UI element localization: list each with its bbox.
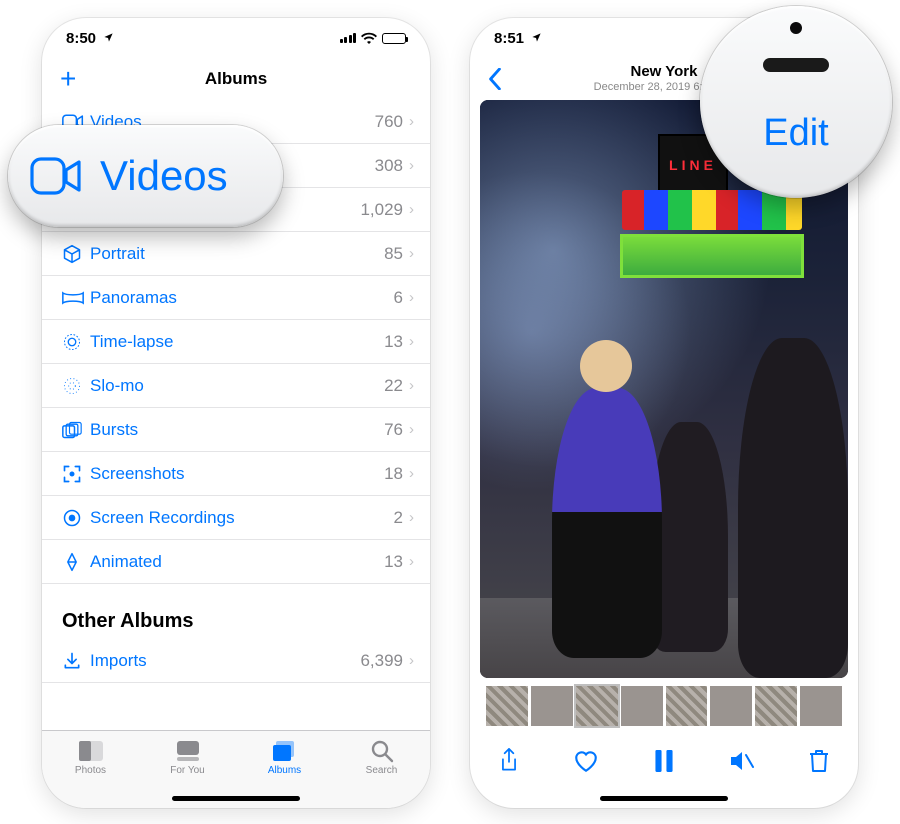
video-icon (30, 157, 82, 195)
row-label: Imports (90, 651, 360, 671)
album-row-animated[interactable]: Animated 13 › (42, 540, 430, 584)
timelapse-icon (62, 332, 90, 352)
chevron-right-icon: › (409, 333, 414, 350)
search-icon (370, 739, 394, 763)
chevron-right-icon: › (409, 465, 414, 482)
row-label: Screenshots (90, 464, 384, 484)
other-albums-list: Imports 6,399 › (42, 639, 430, 683)
album-row-panoramas[interactable]: Panoramas 6 › (42, 276, 430, 320)
chevron-right-icon: › (409, 113, 414, 130)
delete-button[interactable] (797, 739, 841, 783)
album-row-time-lapse[interactable]: Time-lapse 13 › (42, 320, 430, 364)
row-count: 760 (375, 112, 403, 132)
album-row-screen recordings[interactable]: Screen Recordings 2 › (42, 496, 430, 540)
row-label: Bursts (90, 420, 384, 440)
callout-videos: Videos (8, 125, 283, 227)
row-count: 13 (384, 552, 403, 572)
back-button[interactable] (470, 58, 520, 99)
tab-label: Search (366, 765, 398, 776)
wifi-icon (361, 32, 377, 44)
chevron-right-icon: › (409, 157, 414, 174)
cube-icon (62, 244, 90, 264)
chevron-right-icon: › (409, 553, 414, 570)
chevron-right-icon: › (409, 377, 414, 394)
viewer-toolbar (470, 736, 858, 786)
row-count: 1,029 (360, 200, 403, 220)
record-icon (62, 508, 90, 528)
battery-icon (382, 33, 406, 44)
section-header-other: Other Albums (42, 584, 430, 639)
nav-bar: + Albums (42, 58, 430, 100)
add-button[interactable]: + (42, 58, 94, 99)
share-button[interactable] (487, 739, 531, 783)
row-count: 18 (384, 464, 403, 484)
status-bar: 8:50 (42, 18, 430, 58)
home-indicator (600, 796, 728, 801)
row-label: Time-lapse (90, 332, 384, 352)
callout-videos-label: Videos (100, 152, 228, 200)
row-count: 6,399 (360, 651, 403, 671)
row-label: Screen Recordings (90, 508, 394, 528)
burst-icon (62, 421, 90, 439)
tab-search[interactable]: Search (333, 731, 430, 808)
callout-edit-label: Edit (763, 112, 828, 155)
pause-button[interactable] (642, 739, 686, 783)
album-row-imports[interactable]: Imports 6,399 › (42, 639, 430, 683)
row-count: 22 (384, 376, 403, 396)
row-label: Portrait (90, 244, 384, 264)
row-label: Slo-mo (90, 376, 384, 396)
photos-icon (78, 739, 104, 763)
callout-edit: Edit (700, 6, 892, 198)
album-row-screenshots[interactable]: Screenshots 18 › (42, 452, 430, 496)
album-row-slo-mo[interactable]: Slo-mo 22 › (42, 364, 430, 408)
location-icon (103, 32, 114, 43)
row-label: Animated (90, 552, 384, 572)
status-time: 8:50 (66, 30, 114, 47)
chevron-right-icon: › (409, 289, 414, 306)
for you-icon (176, 739, 200, 763)
row-count: 85 (384, 244, 403, 264)
row-count: 13 (384, 332, 403, 352)
row-count: 308 (375, 156, 403, 176)
chevron-right-icon: › (409, 201, 414, 218)
chevron-right-icon: › (409, 509, 414, 526)
nav-title: Albums (205, 69, 267, 89)
status-icons (340, 32, 407, 44)
chevron-right-icon: › (409, 421, 414, 438)
row-count: 2 (394, 508, 403, 528)
mute-button[interactable] (720, 739, 764, 783)
location-icon (531, 32, 542, 43)
import-icon (62, 651, 90, 671)
chevron-right-icon: › (409, 652, 414, 669)
album-row-bursts[interactable]: Bursts 76 › (42, 408, 430, 452)
tab-label: Photos (75, 765, 106, 776)
favorite-button[interactable] (564, 739, 608, 783)
tab-label: Albums (268, 765, 301, 776)
animated-icon (62, 552, 90, 572)
pano-icon (62, 291, 90, 305)
home-indicator (172, 796, 300, 801)
row-label: Panoramas (90, 288, 394, 308)
albums-icon (272, 739, 298, 763)
album-row-portrait[interactable]: Portrait 85 › (42, 232, 430, 276)
scrubber[interactable] (486, 686, 842, 726)
cellular-icon (340, 33, 357, 43)
tab-label: For You (170, 765, 204, 776)
status-time: 8:51 (494, 30, 542, 47)
tab-photos[interactable]: Photos (42, 731, 139, 808)
row-count: 6 (394, 288, 403, 308)
row-count: 76 (384, 420, 403, 440)
screenshot-icon (62, 464, 90, 484)
slomo-icon (62, 376, 90, 396)
chevron-right-icon: › (409, 245, 414, 262)
notch-icon (763, 58, 829, 72)
